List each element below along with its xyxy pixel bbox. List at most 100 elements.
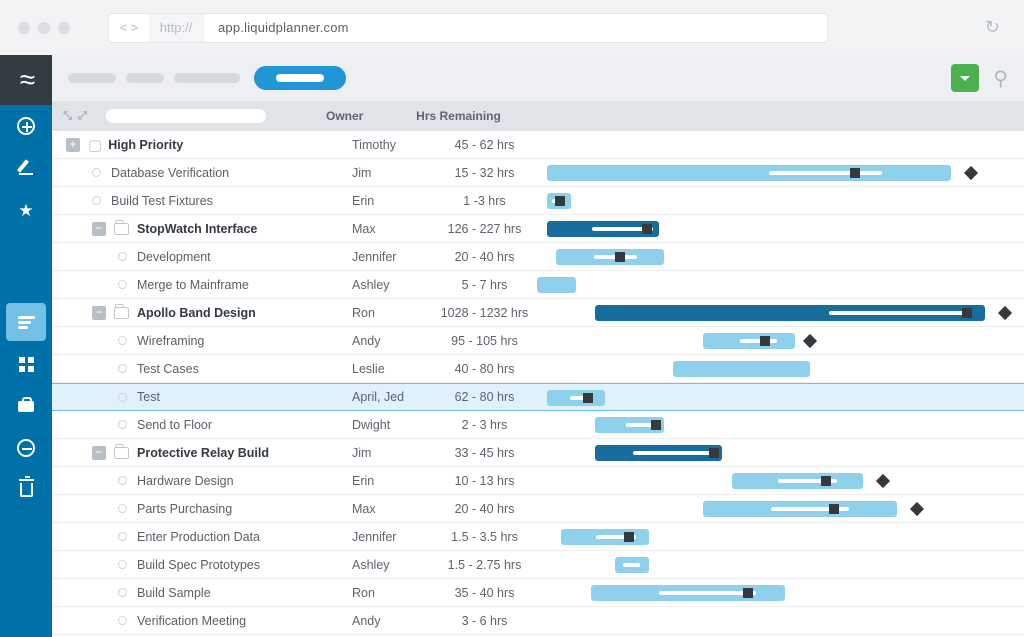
gantt-cell <box>537 131 1024 158</box>
app-logo[interactable]: ≈ <box>0 55 52 105</box>
gantt-bar[interactable] <box>547 193 571 209</box>
expand-icon[interactable]: ⤡ <box>63 110 72 123</box>
gantt-bar[interactable] <box>673 361 809 377</box>
col-hrs[interactable]: Hrs Remaining <box>406 109 511 123</box>
sidebar: ≈ <box>0 55 52 637</box>
task-row[interactable]: TestApril, Jed62 - 80 hrs <box>52 383 1024 411</box>
sidebar-projects[interactable] <box>6 303 46 341</box>
folder-row[interactable]: −Apollo Band DesignRon1028 - 1232 hrs <box>52 299 1024 327</box>
gantt-bar[interactable] <box>703 501 898 517</box>
filter-input[interactable] <box>106 109 266 123</box>
hrs-cell: 126 - 227 hrs <box>432 222 537 236</box>
toggler-icon[interactable]: − <box>92 446 106 460</box>
task-row[interactable]: DevelopmentJennifer20 - 40 hrs <box>52 243 1024 271</box>
nav-arrows-icon[interactable]: < > <box>109 20 149 35</box>
gantt-cell <box>537 495 1024 522</box>
gantt-cell <box>537 159 1024 186</box>
toggler-icon[interactable]: − <box>92 306 106 320</box>
bar-range <box>740 339 777 343</box>
task-row[interactable]: Build Test FixturesErin1 -3 hrs <box>52 187 1024 215</box>
gantt-cell <box>537 187 1024 214</box>
owner-cell: Andy <box>352 614 432 628</box>
task-row[interactable]: Test CasesLeslie40 - 80 hrs <box>52 355 1024 383</box>
primary-action-button[interactable] <box>254 66 346 90</box>
task-icon <box>118 504 127 513</box>
task-name: Build Spec Prototypes <box>137 558 260 572</box>
owner-cell: Dwight <box>352 418 432 432</box>
bar-range <box>829 311 965 315</box>
hrs-cell: 40 - 80 hrs <box>432 362 537 376</box>
task-row[interactable]: Database VerificationJim15 - 32 hrs <box>52 159 1024 187</box>
owner-cell: Timothy <box>352 138 432 152</box>
package-row[interactable]: +▢High PriorityTimothy45 - 62 hrs <box>52 131 1024 159</box>
col-owner[interactable]: Owner <box>326 109 406 123</box>
gantt-bar[interactable] <box>732 473 863 489</box>
sidebar-trash[interactable] <box>0 469 52 511</box>
task-name: Build Sample <box>137 586 211 600</box>
gantt-bar[interactable] <box>591 585 786 601</box>
search-icon[interactable]: ⚲ <box>993 66 1008 91</box>
gantt-bar[interactable] <box>537 277 576 293</box>
bar-marker <box>850 168 860 178</box>
task-icon <box>118 588 127 597</box>
hrs-cell: 1.5 - 3.5 hrs <box>432 530 537 544</box>
sidebar-add[interactable] <box>0 105 52 147</box>
sidebar-portfolio[interactable] <box>0 385 52 427</box>
task-row[interactable]: WireframingAndy95 - 105 hrs <box>52 327 1024 355</box>
protocol-label: http:// <box>149 14 204 42</box>
task-name: Database Verification <box>111 166 229 180</box>
sidebar-dashboard[interactable] <box>0 343 52 385</box>
hrs-cell: 33 - 45 hrs <box>432 446 537 460</box>
folder-icon <box>114 447 129 459</box>
gantt-bar[interactable] <box>547 221 659 237</box>
url-text[interactable]: app.liquidplanner.com <box>204 20 349 35</box>
close-dot[interactable] <box>18 22 30 34</box>
toggler-icon[interactable]: − <box>92 222 106 236</box>
gantt-bar[interactable] <box>556 249 663 265</box>
task-icon <box>92 168 101 177</box>
task-row[interactable]: Send to FloorDwight2 - 3 hrs <box>52 411 1024 439</box>
task-row[interactable]: Hardware DesignErin10 - 13 hrs <box>52 467 1024 495</box>
breadcrumb-placeholder <box>174 73 240 83</box>
bar-marker <box>962 308 972 318</box>
sidebar-edit[interactable] <box>0 147 52 189</box>
task-row[interactable]: Merge to MainframeAshley5 - 7 hrs <box>52 271 1024 299</box>
task-row[interactable]: Parts PurchasingMax20 - 40 hrs <box>52 495 1024 523</box>
milestone-diamond-icon <box>963 166 977 180</box>
task-name: Verification Meeting <box>137 614 246 628</box>
gantt-bar[interactable] <box>595 445 722 461</box>
gantt-bar[interactable] <box>615 557 649 573</box>
gantt-bar[interactable] <box>561 529 649 545</box>
gantt-cell <box>537 327 1024 354</box>
folder-row[interactable]: −Protective Relay BuildJim33 - 45 hrs <box>52 439 1024 467</box>
task-row[interactable]: Enter Production DataJennifer1.5 - 3.5 h… <box>52 523 1024 551</box>
collapse-icon[interactable]: ⤢ <box>78 110 87 123</box>
task-name: Parts Purchasing <box>137 502 232 516</box>
owner-cell: Ashley <box>352 558 432 572</box>
gantt-bar[interactable] <box>595 417 663 433</box>
bar-marker <box>743 588 753 598</box>
folder-row[interactable]: −StopWatch InterfaceMax126 - 227 hrs <box>52 215 1024 243</box>
owner-cell: Max <box>352 222 432 236</box>
url-bar[interactable]: < > http:// app.liquidplanner.com <box>108 13 828 43</box>
owner-cell: Erin <box>352 194 432 208</box>
max-dot[interactable] <box>58 22 70 34</box>
gantt-bar[interactable] <box>703 333 796 349</box>
task-row[interactable]: Verification MeetingAndy3 - 6 hrs <box>52 607 1024 635</box>
task-icon <box>118 616 127 625</box>
hrs-cell: 95 - 105 hrs <box>432 334 537 348</box>
status-dropdown[interactable] <box>951 64 979 92</box>
toggler-icon[interactable]: + <box>66 138 80 152</box>
reload-icon[interactable]: ↻ <box>979 17 1006 38</box>
sidebar-favorites[interactable] <box>0 189 52 231</box>
task-row[interactable]: Build Spec PrototypesAshley1.5 - 2.75 hr… <box>52 551 1024 579</box>
sidebar-remove[interactable] <box>0 427 52 469</box>
gantt-bar[interactable] <box>547 390 605 406</box>
task-row[interactable]: Build SampleRon35 - 40 hrs <box>52 579 1024 607</box>
gantt-bar[interactable] <box>547 165 951 181</box>
gantt-bar[interactable] <box>595 305 985 321</box>
gantt-cell <box>537 299 1024 326</box>
task-name: Test Cases <box>137 362 199 376</box>
browser-chrome: < > http:// app.liquidplanner.com ↻ <box>0 0 1024 55</box>
min-dot[interactable] <box>38 22 50 34</box>
